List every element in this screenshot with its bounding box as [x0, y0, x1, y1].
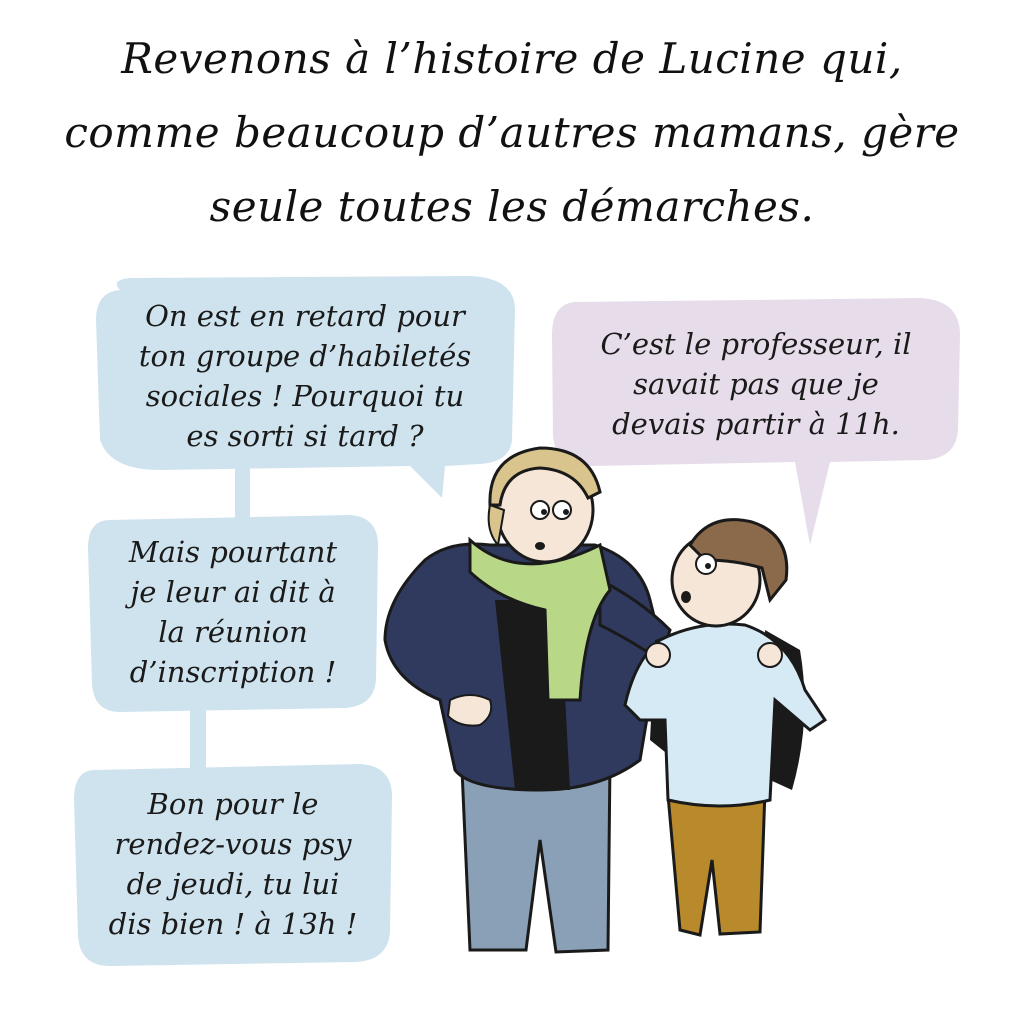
bubble-text-son-1: C’est le professeur, il savait pas que j… [556, 324, 956, 444]
dialogue-line: es sorti si tard ? [186, 419, 424, 453]
bubble-connector-2 [190, 708, 206, 770]
dialogue-line: devais partir à 11h. [612, 407, 900, 441]
dialogue-line: ton groupe d’habiletés [138, 339, 472, 373]
dialogue-line: rendez-vous psy [114, 827, 352, 861]
caption-line: comme beaucoup d’autres mamans, gère [64, 108, 960, 157]
bubble-text-mother-1: On est en retard pour ton groupe d’habil… [100, 296, 510, 456]
dialogue-line: dis bien ! à 13h ! [108, 907, 358, 941]
narration-caption: Revenons à l’histoire de Lucine qui, com… [30, 22, 994, 244]
dialogue-line: Bon pour le [147, 787, 319, 821]
dialogue-line: C’est le professeur, il [600, 327, 912, 361]
bubble-text-mother-2: Mais pourtant je leur ai dit à la réunio… [92, 532, 374, 692]
dialogue-line: la réunion [158, 615, 308, 649]
dialogue-line: savait pas que je [633, 367, 879, 401]
dialogue-line: de jeudi, tu lui [126, 867, 340, 901]
caption-line: seule toutes les démarches. [209, 182, 815, 231]
son-figure [623, 518, 828, 937]
caption-line: Revenons à l’histoire de Lucine qui, [121, 34, 903, 83]
dialogue-line: Mais pourtant [128, 535, 338, 569]
dialogue-line: d’inscription ! [129, 655, 337, 689]
bubble-connector-1 [235, 468, 250, 520]
dialogue-line: sociales ! Pourquoi tu [145, 379, 465, 413]
dialogue-line: On est en retard pour [145, 299, 465, 333]
bubble-text-mother-3: Bon pour le rendez-vous psy de jeudi, tu… [78, 784, 388, 944]
dialogue-line: je leur ai dit à [130, 575, 336, 609]
